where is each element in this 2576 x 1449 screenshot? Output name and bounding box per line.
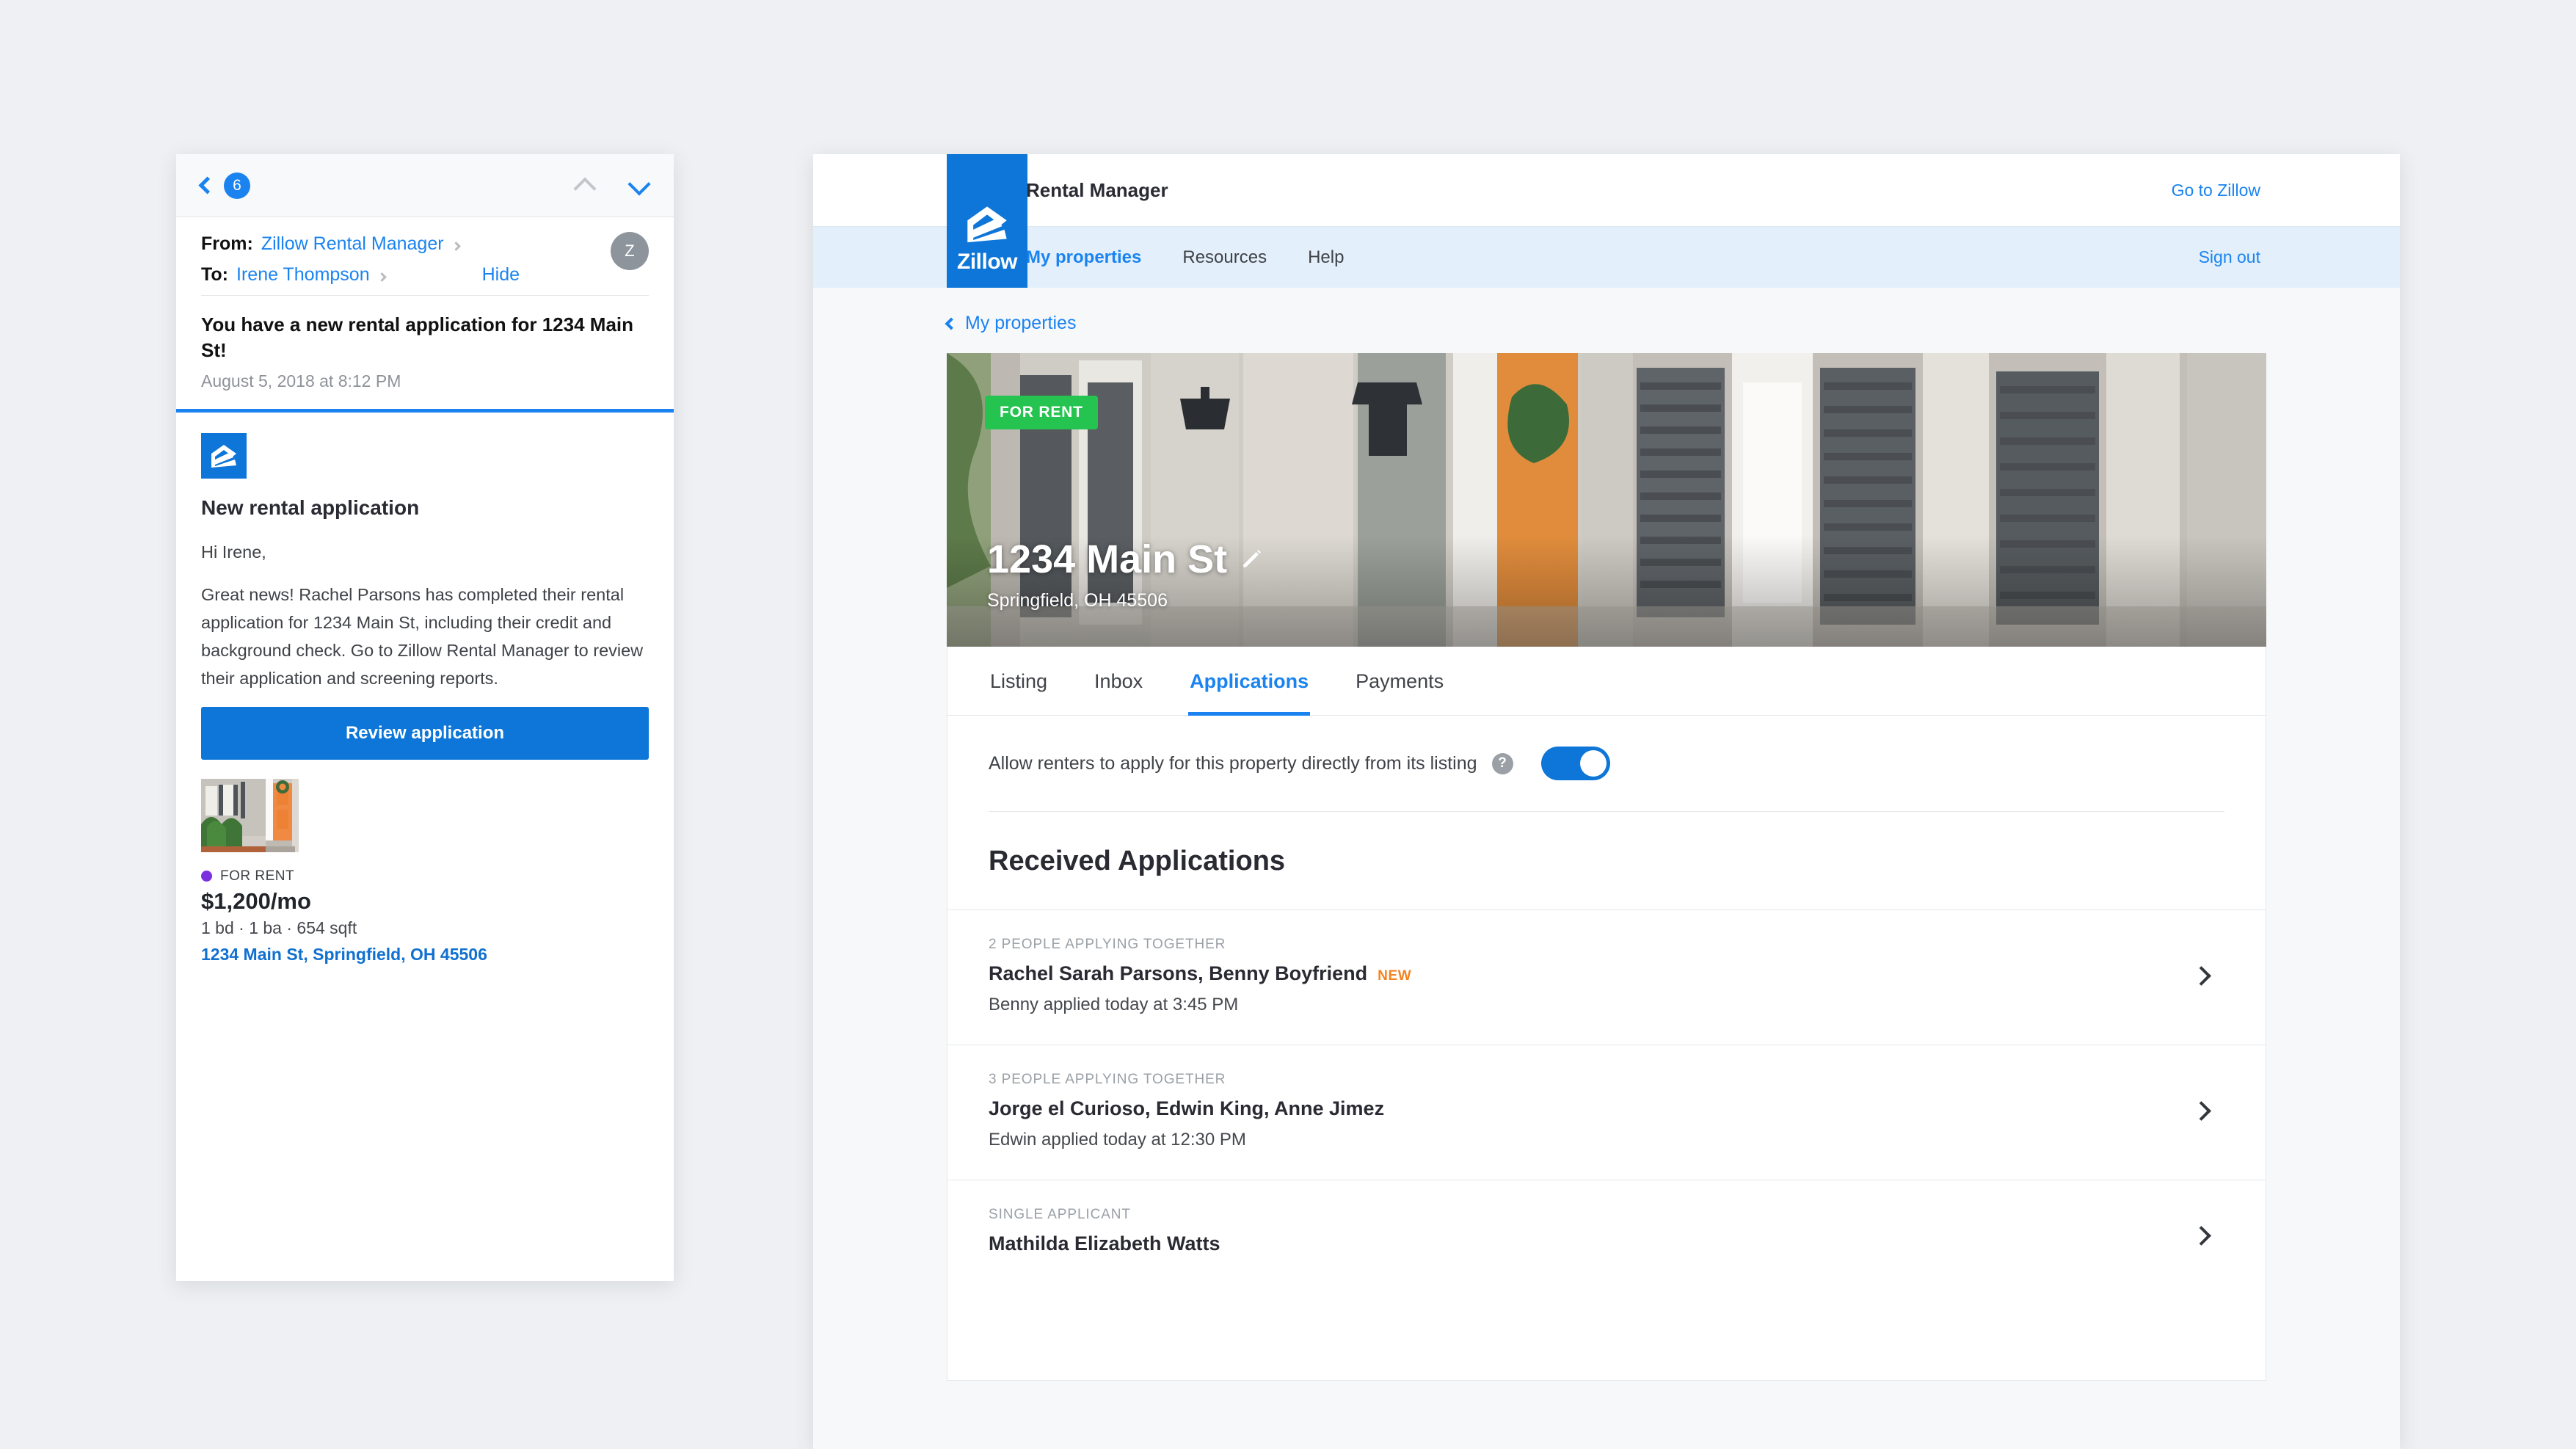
email-metadata: From: Zillow Rental Manager To: Irene Th… bbox=[176, 217, 674, 286]
email-greeting: Hi Irene, bbox=[201, 542, 266, 562]
applicant-group-type: 3 PEOPLE APPLYING TOGETHER bbox=[989, 1072, 1226, 1087]
from-disclosure-icon[interactable] bbox=[451, 242, 461, 251]
rental-manager-window: Zillow Rental Manager Go to Zillow My pr… bbox=[813, 154, 2400, 1449]
application-row-2[interactable]: 3 PEOPLE APPLYING TOGETHER Jorge el Curi… bbox=[947, 1045, 2266, 1180]
nav-item-help[interactable]: Help bbox=[1308, 247, 1344, 268]
zillow-brand-tile[interactable]: Zillow bbox=[947, 154, 1027, 288]
tab-payments[interactable]: Payments bbox=[1354, 647, 1445, 716]
email-subject: You have a new rental application for 12… bbox=[201, 313, 634, 361]
property-address-text: 1234 Main St bbox=[987, 537, 1228, 581]
question-mark-icon[interactable]: ? bbox=[1491, 752, 1513, 774]
allow-apply-label: Allow renters to apply for this property… bbox=[989, 752, 1477, 774]
applied-timestamp: Edwin applied today at 12:30 PM bbox=[989, 1130, 1246, 1150]
applicant-names-row: Mathilda Elizabeth Watts bbox=[989, 1232, 2194, 1255]
zillow-wordmark: Zillow bbox=[957, 250, 1018, 274]
application-info: 3 PEOPLE APPLYING TOGETHER Jorge el Curi… bbox=[989, 1072, 2194, 1150]
applicant-names-row: Jorge el Curioso, Edwin King, Anne Jimez bbox=[989, 1097, 2194, 1120]
for-rent-badge: FOR RENT bbox=[985, 396, 1098, 429]
nav-item-my-properties[interactable]: My properties bbox=[1026, 247, 1141, 268]
from-sender-link[interactable]: Zillow Rental Manager bbox=[261, 233, 444, 255]
applicant-names: Mathilda Elizabeth Watts bbox=[989, 1232, 1220, 1254]
pencil-icon[interactable] bbox=[1240, 548, 1262, 570]
page-title: Rental Manager bbox=[1026, 178, 1168, 201]
rm-navigation-bar: My properties Resources Help Sign out bbox=[813, 226, 2400, 288]
chevron-right-icon[interactable] bbox=[2191, 1226, 2211, 1246]
zillow-logo-icon bbox=[967, 206, 1007, 243]
hide-details-link[interactable]: Hide bbox=[482, 264, 520, 286]
email-toolbar: 6 bbox=[176, 154, 674, 217]
tab-inbox[interactable]: Inbox bbox=[1093, 647, 1144, 716]
to-row: To: Irene Thompson Hide bbox=[201, 264, 649, 286]
listing-status-row: FOR RENT bbox=[201, 868, 649, 885]
from-row: From: Zillow Rental Manager bbox=[201, 233, 649, 255]
applications-content-card: Listing Inbox Applications Payments Allo… bbox=[947, 647, 2266, 1381]
listing-status-text: FOR RENT bbox=[220, 868, 295, 884]
email-date: August 5, 2018 at 8:12 PM bbox=[201, 371, 401, 391]
chevron-right-icon[interactable] bbox=[2191, 966, 2211, 986]
email-body: New rental application Hi Irene, Great n… bbox=[176, 408, 674, 965]
new-badge: NEW bbox=[1378, 968, 1412, 984]
listing-price: $1,200/mo bbox=[201, 887, 311, 914]
applicant-group-type: 2 PEOPLE APPLYING TOGETHER bbox=[989, 937, 1226, 952]
property-city-state: Springfield, OH 45506 bbox=[987, 590, 1168, 611]
breadcrumb-label[interactable]: My properties bbox=[965, 313, 1076, 334]
tab-applications[interactable]: Applications bbox=[1188, 647, 1311, 716]
application-row-3[interactable]: SINGLE APPLICANT Mathilda Elizabeth Watt… bbox=[947, 1180, 2266, 1294]
email-preview-panel: 6 From: Zillow Rental Manager To: Irene … bbox=[176, 154, 674, 1281]
application-info: SINGLE APPLICANT Mathilda Elizabeth Watt… bbox=[989, 1207, 2194, 1265]
breadcrumb[interactable]: My properties bbox=[813, 288, 2400, 353]
to-disclosure-icon[interactable] bbox=[376, 272, 387, 282]
go-to-zillow-link[interactable]: Go to Zillow bbox=[2172, 181, 2260, 200]
from-label: From: bbox=[201, 233, 253, 254]
property-address-title: 1234 Main St bbox=[987, 537, 1262, 582]
listing-specs: 1 bd · 1 ba · 654 sqft bbox=[201, 918, 357, 937]
back-chevron-icon[interactable] bbox=[198, 176, 217, 195]
property-tabs: Listing Inbox Applications Payments bbox=[947, 647, 2266, 716]
allow-apply-toggle-row: Allow renters to apply for this property… bbox=[947, 716, 2266, 811]
to-label: To: bbox=[201, 264, 229, 285]
received-applications-heading: Received Applications bbox=[989, 846, 1286, 876]
unread-count-badge[interactable]: 6 bbox=[224, 172, 250, 199]
application-row-1[interactable]: 2 PEOPLE APPLYING TOGETHER Rachel Sarah … bbox=[947, 909, 2266, 1045]
zillow-logo-icon bbox=[201, 432, 247, 479]
listing-address-link[interactable]: 1234 Main St, Springfield, OH 45506 bbox=[201, 945, 649, 965]
to-recipient-link[interactable]: Irene Thompson bbox=[236, 264, 370, 286]
allow-apply-toggle[interactable] bbox=[1540, 747, 1610, 780]
application-info: 2 PEOPLE APPLYING TOGETHER Rachel Sarah … bbox=[989, 937, 2194, 1015]
tab-listing[interactable]: Listing bbox=[989, 647, 1049, 716]
chevron-down-icon[interactable] bbox=[630, 176, 649, 195]
toggle-knob bbox=[1579, 750, 1607, 777]
nav-item-resources[interactable]: Resources bbox=[1182, 247, 1267, 268]
applicant-group-type: SINGLE APPLICANT bbox=[989, 1207, 1131, 1222]
rm-header-bar: Rental Manager Go to Zillow bbox=[813, 154, 2400, 226]
breadcrumb-back-icon[interactable] bbox=[945, 317, 958, 330]
applicant-names-row: Rachel Sarah Parsons, Benny Boyfriend NE… bbox=[989, 962, 2194, 985]
chevron-up-icon[interactable] bbox=[575, 176, 594, 195]
listing-thumbnail-image bbox=[201, 778, 299, 852]
sign-out-link[interactable]: Sign out bbox=[2199, 247, 2260, 267]
property-hero-image: FOR RENT 1234 Main St Springfield, OH 45… bbox=[947, 353, 2266, 647]
email-subject-block: You have a new rental application for 12… bbox=[201, 295, 649, 409]
email-body-heading: New rental application bbox=[201, 495, 420, 519]
sender-avatar: Z bbox=[611, 232, 649, 270]
email-paragraph: Great news! Rachel Parsons has completed… bbox=[201, 584, 644, 688]
applied-timestamp: Benny applied today at 3:45 PM bbox=[989, 995, 1239, 1014]
chevron-right-icon[interactable] bbox=[2191, 1101, 2211, 1121]
status-dot-icon bbox=[201, 871, 212, 882]
applicant-names: Rachel Sarah Parsons, Benny Boyfriend bbox=[989, 962, 1368, 984]
review-application-button[interactable]: Review application bbox=[201, 706, 649, 760]
applicant-names: Jorge el Curioso, Edwin King, Anne Jimez bbox=[989, 1097, 1385, 1119]
